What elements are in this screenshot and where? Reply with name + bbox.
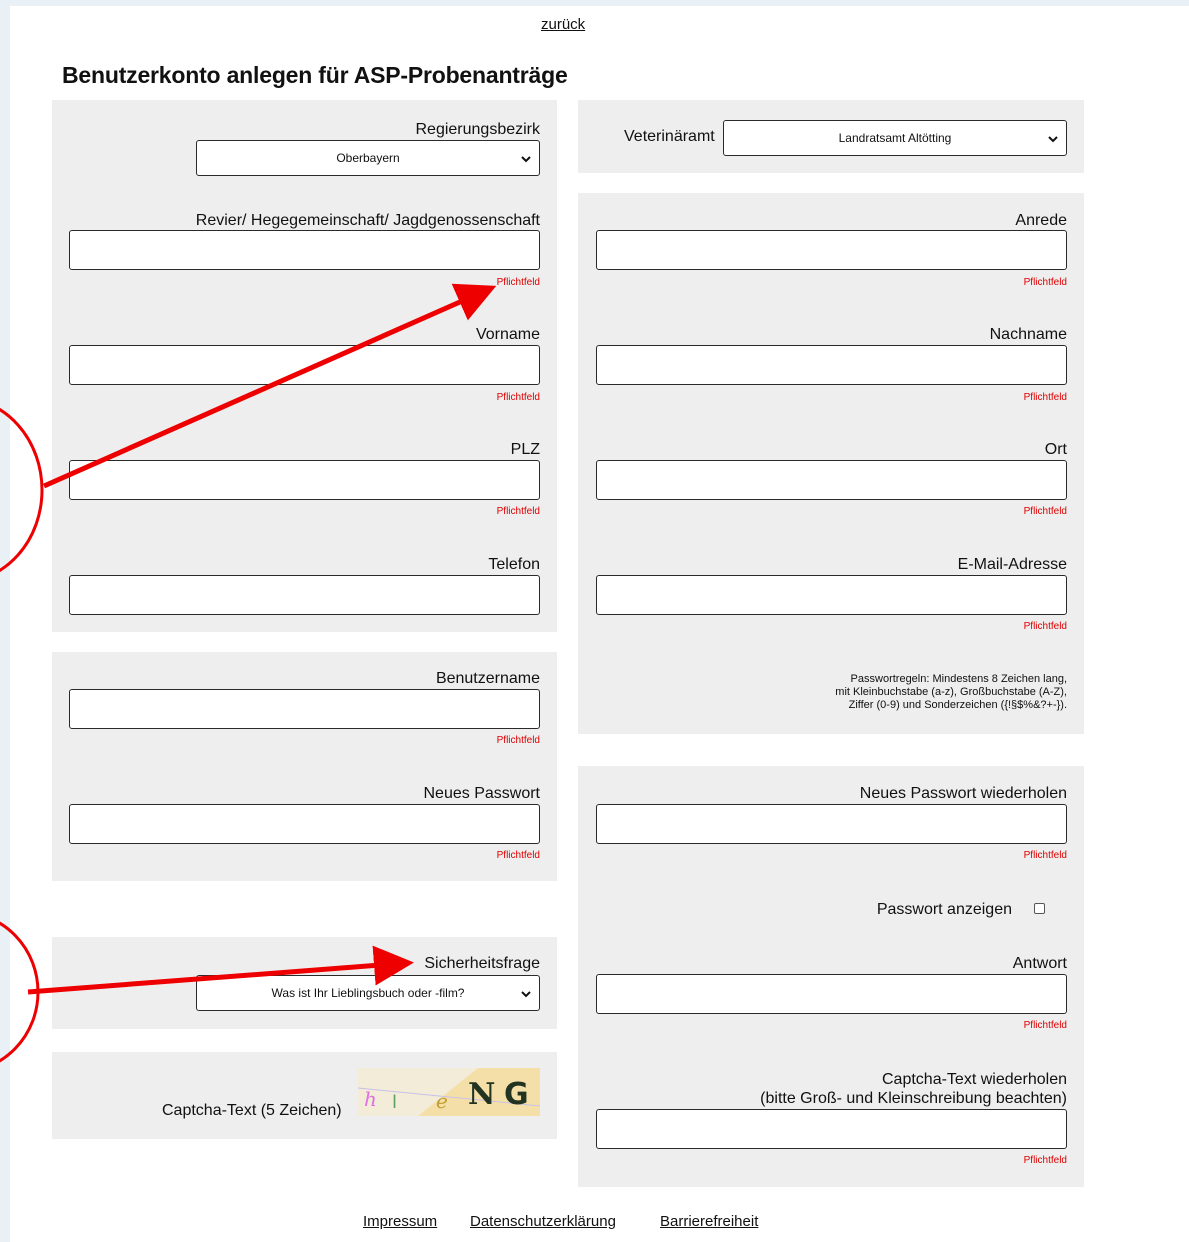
email-input[interactable] [596, 575, 1067, 615]
captcha-image: h l e N G [358, 1068, 540, 1116]
antwort-required-hint: Pflichtfeld [1023, 1020, 1067, 1031]
chevron-down-icon [1048, 136, 1058, 143]
ort-input[interactable] [596, 460, 1067, 500]
regierungsbezirk-label: Regierungsbezirk [415, 121, 540, 138]
captcha-wiederholen-required-hint: Pflichtfeld [1023, 1155, 1067, 1166]
neues-passwort-input[interactable] [69, 804, 540, 844]
plz-required-hint: Pflichtfeld [496, 506, 540, 517]
benutzername-required-hint: Pflichtfeld [496, 735, 540, 746]
nachname-required-hint: Pflichtfeld [1023, 392, 1067, 403]
email-required-hint: Pflichtfeld [1023, 621, 1067, 632]
sicherheitsfrage-select[interactable]: Was ist Ihr Lieblingsbuch oder -film? [196, 975, 540, 1011]
ort-label: Ort [1044, 441, 1067, 458]
nachname-label: Nachname [989, 326, 1067, 343]
plz-label: PLZ [510, 441, 540, 458]
revier-input[interactable] [69, 230, 540, 270]
vorname-label: Vorname [475, 326, 540, 343]
barrierefreiheit-link[interactable]: Barrierefreiheit [660, 1213, 758, 1230]
benutzername-label: Benutzername [435, 670, 540, 687]
passwort-wiederholen-label: Neues Passwort wiederholen [859, 785, 1067, 802]
revier-label: Revier/ Hegegemeinschaft/ Jagdgenossensc… [195, 212, 540, 229]
svg-text:h: h [364, 1087, 377, 1111]
neues-passwort-label: Neues Passwort [423, 785, 541, 802]
anrede-input[interactable] [596, 230, 1067, 270]
vorname-required-hint: Pflichtfeld [496, 392, 540, 403]
passwort-anzeigen-checkbox[interactable] [1034, 903, 1045, 914]
benutzername-input[interactable] [69, 689, 540, 729]
password-rules: Passwortregeln: Mindestens 8 Zeichen lan… [835, 673, 1067, 712]
captcha-label: Captcha-Text (5 Zeichen) [162, 1102, 342, 1119]
left-border [0, 0, 10, 1242]
email-label: E-Mail-Adresse [957, 556, 1067, 573]
top-border [0, 0, 1189, 6]
svg-text:l: l [392, 1092, 397, 1113]
sicherheitsfrage-value: Was ist Ihr Lieblingsbuch oder -film? [271, 986, 465, 1000]
regierungsbezirk-value: Oberbayern [336, 151, 400, 165]
back-link[interactable]: zurück [541, 16, 585, 33]
anrede-label: Anrede [1015, 212, 1067, 229]
svg-text:e: e [436, 1089, 448, 1113]
revier-required-hint: Pflichtfeld [496, 277, 540, 288]
ort-required-hint: Pflichtfeld [1023, 506, 1067, 517]
svg-text:G: G [504, 1077, 529, 1112]
chevron-down-icon [521, 156, 531, 163]
captcha-wiederholen-label: Captcha-Text wiederholen (bitte Groß- un… [760, 1070, 1067, 1108]
impressum-link[interactable]: Impressum [363, 1213, 437, 1230]
neues-passwort-required-hint: Pflichtfeld [496, 850, 540, 861]
datenschutz-link[interactable]: Datenschutzerklärung [470, 1213, 616, 1230]
telefon-input[interactable] [69, 575, 540, 615]
password-rules-line1: Passwortregeln: Mindestens 8 Zeichen lan… [850, 673, 1067, 685]
captcha-wiederholen-input[interactable] [596, 1109, 1067, 1149]
anrede-required-hint: Pflichtfeld [1023, 277, 1067, 288]
passwort-anzeigen-label: Passwort anzeigen [876, 901, 1012, 918]
chevron-down-icon [521, 991, 531, 998]
regierungsbezirk-select[interactable]: Oberbayern [196, 140, 540, 176]
password-rules-line2: mit Kleinbuchstabe (a-z), Großbuchstabe … [835, 686, 1067, 698]
veterinaeramt-value: Landratsamt Altötting [838, 131, 952, 145]
plz-input[interactable] [69, 460, 540, 500]
passwort-wiederholen-input[interactable] [596, 804, 1067, 844]
veterinaeramt-select[interactable]: Landratsamt Altötting [723, 120, 1067, 156]
svg-text:N: N [468, 1077, 495, 1112]
antwort-label: Antwort [1012, 955, 1067, 972]
captcha-wiederholen-label-line2: (bitte Groß- und Kleinschreibung beachte… [760, 1090, 1067, 1107]
veterinaeramt-label: Veterinäramt [624, 128, 715, 145]
sicherheitsfrage-label: Sicherheitsfrage [424, 955, 540, 972]
passwort-wiederholen-required-hint: Pflichtfeld [1023, 850, 1067, 861]
captcha-graphic: h l e N G [358, 1068, 540, 1116]
antwort-input[interactable] [596, 974, 1067, 1014]
page-title: Benutzerkonto anlegen für ASP-Probenantr… [62, 62, 568, 88]
password-rules-line3: Ziffer (0-9) und Sonderzeichen ({!§$%&?+… [848, 699, 1067, 711]
nachname-input[interactable] [596, 345, 1067, 385]
captcha-wiederholen-label-line1: Captcha-Text wiederholen [882, 1071, 1067, 1088]
telefon-label: Telefon [488, 556, 540, 573]
vorname-input[interactable] [69, 345, 540, 385]
